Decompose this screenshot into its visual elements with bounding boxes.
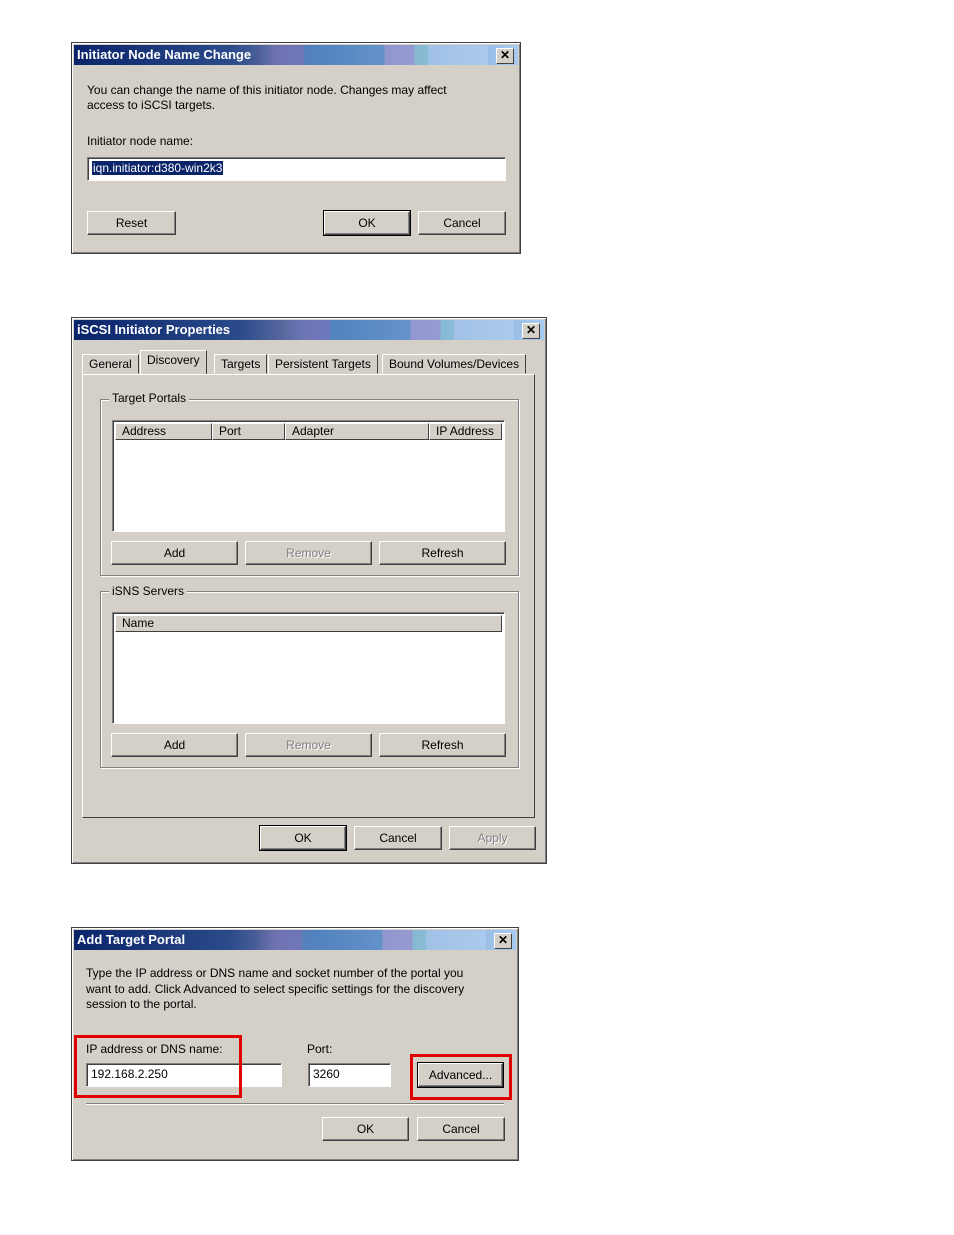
dialog-titlebar[interactable]: Initiator Node Name Change ✕ <box>74 45 518 65</box>
column-ip-address[interactable]: IP Address <box>429 423 502 440</box>
tab-bound-volumes[interactable]: Bound Volumes/Devices <box>382 354 527 374</box>
separator <box>86 1103 504 1105</box>
ip-address-highlight <box>74 1035 242 1098</box>
column-name[interactable]: Name <box>115 615 502 632</box>
port-label: Port: <box>307 1042 333 1056</box>
ok-button[interactable]: OK <box>322 1117 409 1141</box>
column-port[interactable]: Port <box>212 423 285 440</box>
refresh-isns-button[interactable]: Refresh <box>379 733 506 757</box>
advanced-highlight <box>410 1054 512 1100</box>
cancel-button[interactable]: Cancel <box>418 211 506 235</box>
isns-servers-title: iSNS Servers <box>109 584 188 598</box>
refresh-portals-button[interactable]: Refresh <box>379 541 506 565</box>
ok-button[interactable]: OK <box>259 825 347 851</box>
node-name-value: iqn.initiator:d380-win2k3 <box>92 161 224 175</box>
titlebar-decoration <box>256 930 486 950</box>
dialog-title: Add Target Portal <box>77 932 186 947</box>
apply-button[interactable]: Apply <box>449 826 536 850</box>
column-adapter[interactable]: Adapter <box>285 423 429 440</box>
description-line-1: You can change the name of this initiato… <box>87 83 447 97</box>
node-name-label: Initiator node name: <box>87 134 194 148</box>
target-portals-title: Target Portals <box>109 391 190 405</box>
tab-targets[interactable]: Targets <box>214 354 268 374</box>
add-isns-button[interactable]: Add <box>111 733 238 757</box>
target-portals-list[interactable]: Address Port Adapter IP Address <box>112 420 505 532</box>
cancel-button[interactable]: Cancel <box>417 1117 505 1141</box>
initiator-node-name-dialog: Initiator Node Name Change ✕ You can cha… <box>71 42 521 254</box>
column-address[interactable]: Address <box>115 423 212 440</box>
add-portal-button[interactable]: Add <box>111 541 238 565</box>
tab-persistent-targets[interactable]: Persistent Targets <box>268 354 378 374</box>
description-line-1: Type the IP address or DNS name and sock… <box>86 966 464 980</box>
ok-button[interactable]: OK <box>323 210 411 236</box>
close-icon[interactable]: ✕ <box>522 323 540 339</box>
remove-isns-button[interactable]: Remove <box>245 733 372 757</box>
remove-portal-button[interactable]: Remove <box>245 541 372 565</box>
titlebar-decoration <box>258 45 488 65</box>
tab-panel: Target Portals Address Port Adapter IP A… <box>82 374 535 818</box>
dialog-title: iSCSI Initiator Properties <box>77 322 231 337</box>
dialog-titlebar[interactable]: iSCSI Initiator Properties ✕ <box>74 320 544 340</box>
tab-strip: General Discovery Targets Persistent Tar… <box>82 350 537 374</box>
iscsi-initiator-properties-dialog: iSCSI Initiator Properties ✕ General Dis… <box>71 317 547 864</box>
description-line-3: session to the portal. <box>86 997 197 1011</box>
node-name-input[interactable]: iqn.initiator:d380-win2k3 <box>87 157 506 181</box>
description-line-2: access to iSCSI targets. <box>87 98 216 112</box>
close-icon[interactable]: ✕ <box>496 48 514 64</box>
description-line-2: want to add. Click Advanced to select sp… <box>86 982 465 996</box>
close-icon[interactable]: ✕ <box>494 933 512 949</box>
dialog-titlebar[interactable]: Add Target Portal ✕ <box>74 930 516 950</box>
tab-general[interactable]: General <box>82 354 139 374</box>
reset-button[interactable]: Reset <box>87 211 176 235</box>
dialog-title: Initiator Node Name Change <box>77 47 252 62</box>
cancel-button[interactable]: Cancel <box>354 826 442 850</box>
add-target-portal-dialog: Add Target Portal ✕ Type the IP address … <box>71 927 519 1161</box>
titlebar-decoration <box>284 320 514 340</box>
tab-discovery[interactable]: Discovery <box>140 350 207 374</box>
isns-servers-list[interactable]: Name <box>112 612 505 724</box>
port-input[interactable]: 3260 <box>308 1063 391 1087</box>
